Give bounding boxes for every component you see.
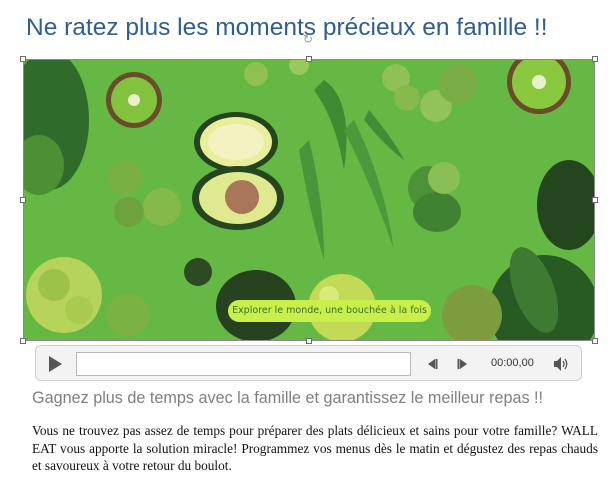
- video-thumbnail: [24, 60, 594, 340]
- resize-handle-bottom[interactable]: [306, 338, 312, 344]
- skip-forward-icon[interactable]: [456, 357, 470, 371]
- resize-handle-top[interactable]: [306, 56, 312, 62]
- slide-title: Ne ratez plus les moments précieux en fa…: [26, 14, 548, 41]
- media-player-bar: 00:00,00: [35, 345, 582, 381]
- video-frame[interactable]: Explorer le monde, une bouchée à la fois: [23, 59, 595, 341]
- skip-back-icon[interactable]: [425, 357, 439, 371]
- resize-handle-top-right[interactable]: [592, 56, 598, 62]
- volume-icon[interactable]: [553, 356, 570, 372]
- body-paragraph: Vous ne trouvez pas assez de temps pour …: [32, 423, 598, 473]
- time-readout: 00:00,00: [491, 357, 534, 369]
- resize-handle-right[interactable]: [592, 197, 598, 203]
- play-icon[interactable]: [46, 355, 64, 373]
- subtitle: Gagnez plus de temps avec la famille et …: [32, 389, 544, 407]
- resize-handle-top-left[interactable]: [20, 56, 26, 62]
- progress-bar[interactable]: [76, 352, 411, 376]
- video-caption: Explorer le monde, une bouchée à la fois: [228, 300, 431, 322]
- resize-handle-bottom-right[interactable]: [592, 338, 598, 344]
- resize-handle-bottom-left[interactable]: [20, 338, 26, 344]
- resize-handle-left[interactable]: [20, 197, 26, 203]
- rotate-handle-icon[interactable]: ↻: [302, 33, 314, 45]
